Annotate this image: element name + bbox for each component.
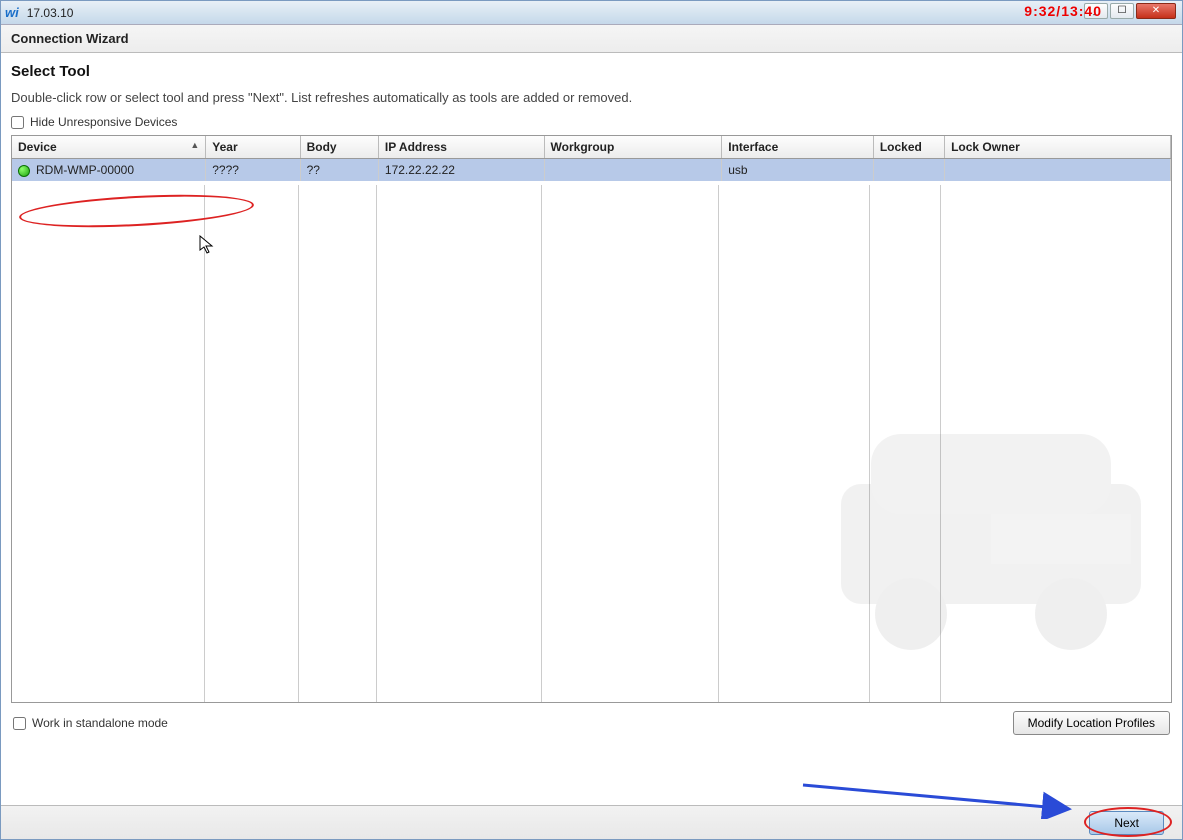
app-version: 17.03.10 xyxy=(27,6,74,20)
content-area: Select Tool Double-click row or select t… xyxy=(1,53,1182,741)
device-table: Device▲YearBodyIP AddressWorkgroupInterf… xyxy=(11,135,1172,703)
grid-lines xyxy=(12,185,1171,702)
column-header-body[interactable]: Body xyxy=(300,136,378,159)
column-header-lock-owner[interactable]: Lock Owner xyxy=(945,136,1171,159)
bottom-row: Work in standalone mode Modify Location … xyxy=(11,711,1172,735)
cell xyxy=(945,159,1171,182)
next-button[interactable]: Next xyxy=(1089,811,1164,835)
status-online-icon xyxy=(18,165,30,177)
section-title: Select Tool xyxy=(11,63,1172,80)
column-header-ip-address[interactable]: IP Address xyxy=(378,136,544,159)
titlebar: wi 17.03.10 9:32/13:40 _ ☐ ✕ xyxy=(1,1,1182,25)
cell xyxy=(544,159,722,182)
column-header-device[interactable]: Device▲ xyxy=(12,136,206,159)
column-header-locked[interactable]: Locked xyxy=(873,136,944,159)
footer-bar: Next xyxy=(1,805,1182,839)
cell: 172.22.22.22 xyxy=(378,159,544,182)
cell: RDM-WMP-00000 xyxy=(12,159,206,182)
instruction-text: Double-click row or select tool and pres… xyxy=(11,90,1172,105)
cell: usb xyxy=(722,159,874,182)
standalone-mode-label: Work in standalone mode xyxy=(32,716,168,730)
cell: ???? xyxy=(206,159,300,182)
table-header-row: Device▲YearBodyIP AddressWorkgroupInterf… xyxy=(12,136,1171,159)
standalone-mode-checkbox[interactable] xyxy=(13,717,26,730)
column-header-year[interactable]: Year xyxy=(206,136,300,159)
cell xyxy=(873,159,944,182)
overlay-timestamp: 9:32/13:40 xyxy=(1024,3,1102,19)
close-button[interactable]: ✕ xyxy=(1136,3,1176,19)
standalone-mode-checkbox-row[interactable]: Work in standalone mode xyxy=(13,716,168,730)
maximize-button[interactable]: ☐ xyxy=(1110,3,1134,19)
cell: ?? xyxy=(300,159,378,182)
column-header-workgroup[interactable]: Workgroup xyxy=(544,136,722,159)
app-icon: wi xyxy=(5,5,19,20)
hide-unresponsive-label: Hide Unresponsive Devices xyxy=(30,115,177,129)
column-header-interface[interactable]: Interface xyxy=(722,136,874,159)
sort-ascending-icon: ▲ xyxy=(190,140,199,150)
hide-unresponsive-checkbox[interactable] xyxy=(11,116,24,129)
modify-location-profiles-button[interactable]: Modify Location Profiles xyxy=(1013,711,1170,735)
wizard-header: Connection Wizard xyxy=(1,25,1182,53)
hide-unresponsive-checkbox-row[interactable]: Hide Unresponsive Devices xyxy=(11,115,1172,129)
table-row[interactable]: RDM-WMP-00000??????172.22.22.22usb xyxy=(12,159,1171,182)
